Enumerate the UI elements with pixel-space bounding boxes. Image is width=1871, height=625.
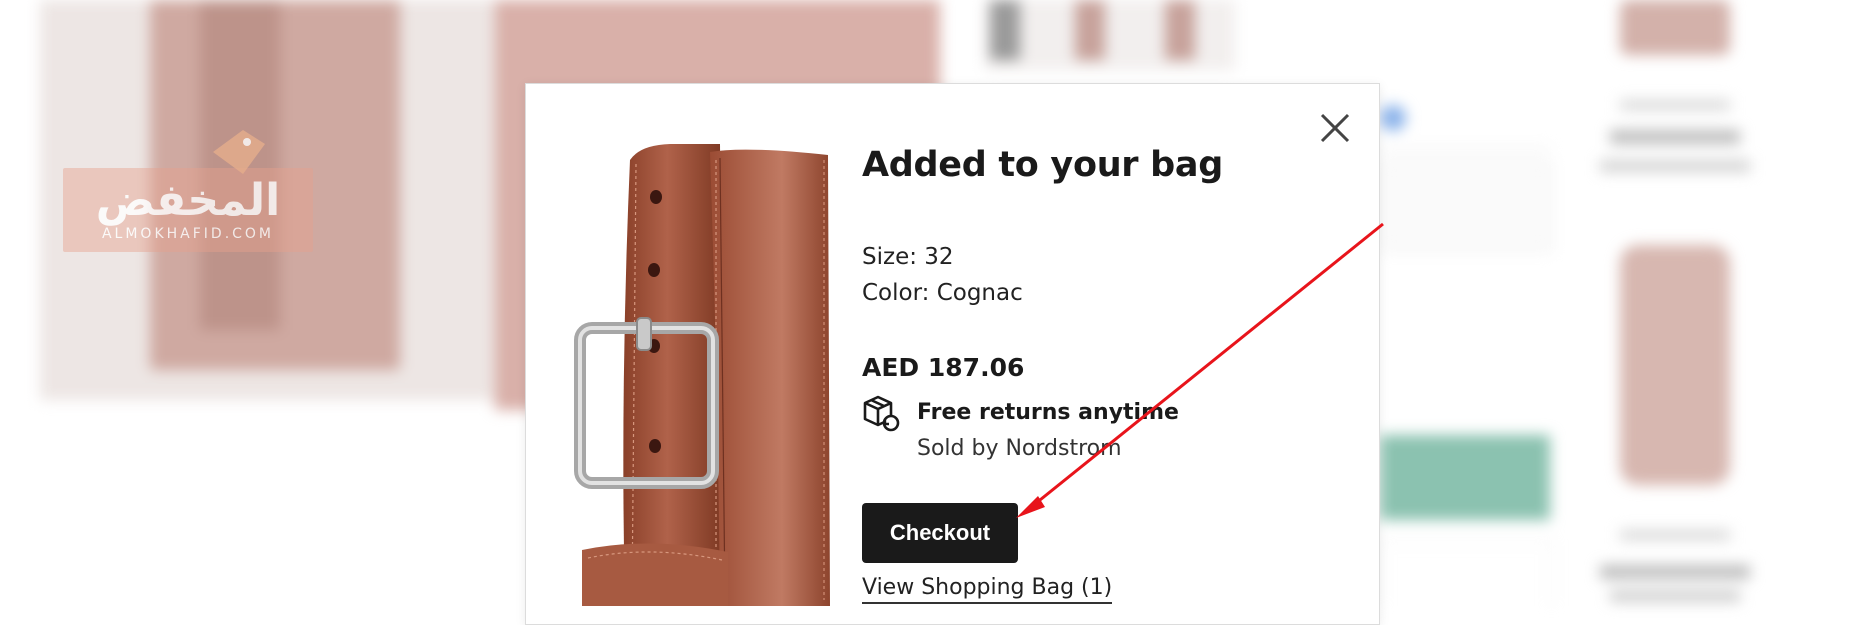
sold-by-text: Sold by Nordstrom [917, 436, 1122, 461]
background-recommendation-text [1610, 590, 1740, 602]
dialog-title: Added to your bag [862, 145, 1223, 185]
size-text: Size: 32 [862, 244, 954, 270]
background-thumbnails [985, 0, 1235, 70]
background-secondary-button [1380, 540, 1552, 606]
background-size-select [1380, 160, 1552, 252]
background-thumbnail [1075, 0, 1105, 60]
product-image-belt [574, 144, 830, 606]
background-add-to-bag-button [1380, 435, 1550, 520]
background-recommendation-image [1620, 245, 1730, 485]
background-thumbnail [1165, 0, 1195, 60]
checkout-button[interactable]: Checkout [862, 503, 1018, 563]
color-text: Color: Cognac [862, 280, 1023, 306]
price-tag-icon [213, 130, 265, 174]
background-recommendation-text [1620, 530, 1730, 540]
box-return-icon [863, 395, 900, 432]
watermark-latin-text: ALMOKHAFID.COM [101, 226, 275, 242]
background-recommendation-text [1610, 130, 1740, 144]
close-icon [1320, 113, 1350, 143]
background-color-swatch [1380, 105, 1406, 131]
view-shopping-bag-link[interactable]: View Shopping Bag (1) [862, 575, 1113, 604]
background-divider [1380, 148, 1550, 150]
watermark-arabic-text: المخفض [95, 175, 281, 226]
background-recommendation-image [1620, 0, 1730, 55]
free-returns-text: Free returns anytime [917, 400, 1179, 425]
background-thumbnail [990, 0, 1020, 60]
close-button[interactable] [1315, 108, 1355, 148]
background-recommendation-text [1620, 100, 1730, 110]
background-recommendation-text [1600, 160, 1750, 172]
price-text: AED 187.06 [862, 353, 1025, 382]
watermark-logo: المخفض ALMOKHAFID.COM [63, 130, 313, 252]
background-recommendation-text [1600, 565, 1750, 579]
